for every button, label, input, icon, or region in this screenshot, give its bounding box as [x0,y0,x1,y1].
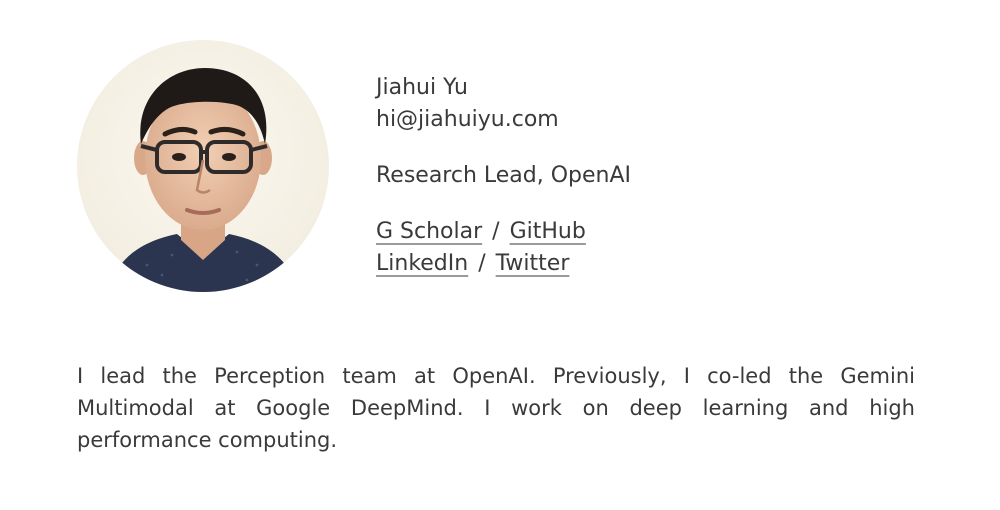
profile-info: Jiahui Yu hi@jiahuiyu.com Research Lead,… [376,72,936,280]
profile-page: Jiahui Yu hi@jiahuiyu.com Research Lead,… [0,0,1000,510]
profile-role: Research Lead, OpenAI [376,163,632,188]
profile-photo [77,40,329,292]
google-scholar-link[interactable]: G Scholar [376,219,482,244]
bio-paragraph: I lead the Perception team at OpenAI. Pr… [77,364,915,452]
profile-email: hi@jiahuiyu.com [376,107,559,132]
link-separator: / [492,219,500,244]
twitter-link[interactable]: Twitter [496,251,570,276]
github-link[interactable]: GitHub [510,219,586,244]
portrait-image [77,40,329,292]
link-separator: / [478,251,486,276]
links-row-2: LinkedIn / Twitter [376,248,936,280]
profile-name: Jiahui Yu [376,75,468,100]
linkedin-link[interactable]: LinkedIn [376,251,468,276]
links-row-1: G Scholar / GitHub [376,216,936,248]
